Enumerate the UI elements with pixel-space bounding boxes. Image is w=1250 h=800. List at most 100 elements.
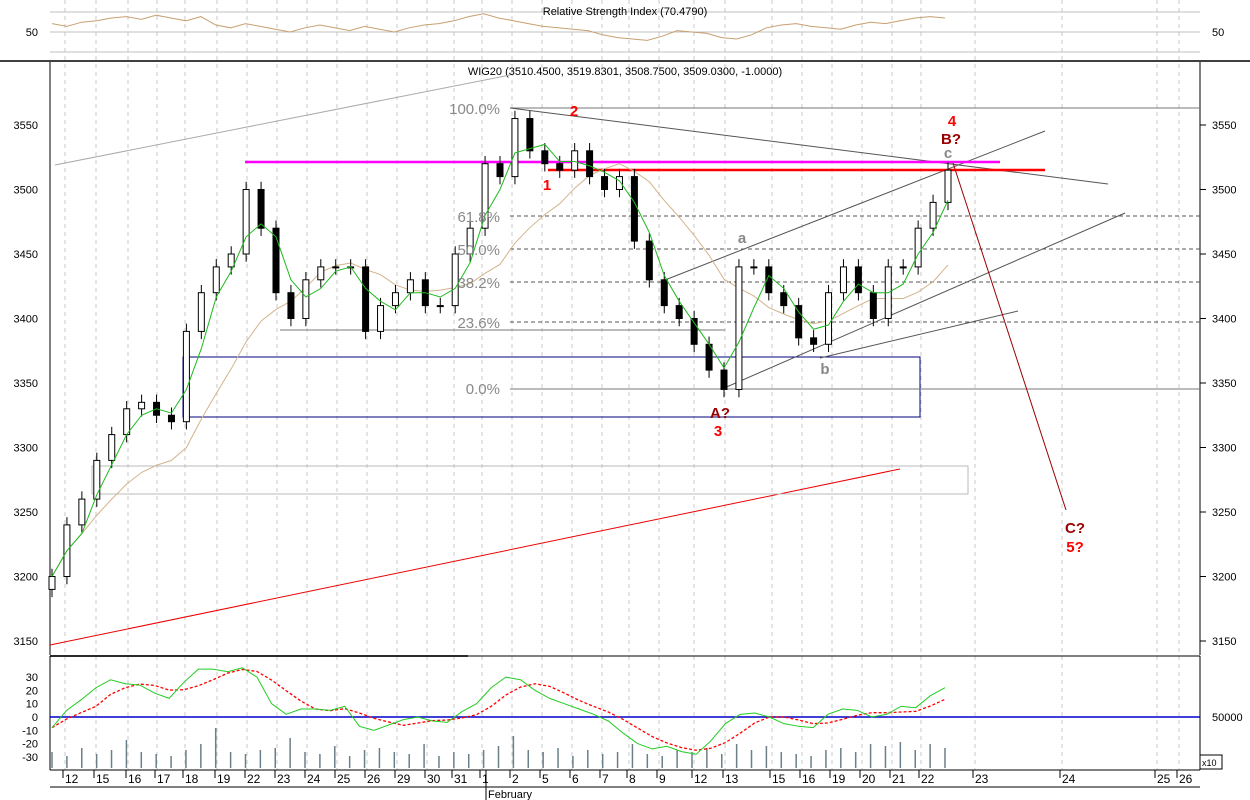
y-tick-label-left: 3250 (14, 507, 38, 519)
x-tick-label: 9 (659, 772, 666, 786)
candle-body (302, 279, 310, 319)
fib-382-label: 38.2% (457, 275, 500, 292)
x-tick-label: 15 (772, 772, 786, 786)
x-tick-label: 17 (157, 772, 171, 786)
osc-tick-label: -20 (22, 739, 38, 751)
x-tick-label: 2 (512, 772, 519, 786)
y-tick-label-right: 3400 (1212, 314, 1236, 326)
rsi-level-left: 50 (26, 27, 38, 39)
candle-body (914, 227, 922, 268)
wave-c-label: C? (1065, 520, 1085, 537)
candle-body (645, 240, 653, 281)
candle-body (571, 150, 579, 171)
fib-100-label: 100.0% (449, 101, 500, 118)
y-tick-label-left: 3350 (14, 378, 38, 390)
x-tick-label: 24 (307, 772, 321, 786)
fib-50-label: 50.0% (457, 242, 500, 259)
vertical-gridlines (64, 0, 1180, 770)
osc-tick-label: 30 (26, 672, 38, 684)
x-tick-label: 18 (185, 772, 199, 786)
upper-long-trendline (54, 74, 511, 166)
osc-tick-label: -10 (22, 725, 38, 737)
y-tick-label-left: 3500 (14, 185, 38, 197)
y-tick-label-right: 3250 (1212, 507, 1236, 519)
x-tick-label: 26 (1179, 772, 1193, 786)
candle-body (242, 189, 250, 255)
candle-body (750, 266, 758, 269)
y-tick-label-left: 3300 (14, 443, 38, 455)
wave-1-label: 1 (543, 177, 551, 194)
osc-tick-label: -30 (22, 752, 38, 764)
candle-body (167, 414, 175, 423)
x-tick-label: 15 (96, 772, 110, 786)
y-tick-label-right: 3300 (1212, 443, 1236, 455)
price-axis: 3550 3550 3500 3500 3450 3450 3400 3400 3350 3350… (14, 120, 1237, 648)
month-label: February (488, 789, 533, 800)
wave-4-label: 4 (948, 113, 957, 130)
wig20-chart: Relative Strength Index (70.4790) 50 50 … (0, 0, 1250, 800)
wave-a-label: A? (710, 405, 730, 422)
candle-body (182, 330, 190, 423)
candle-body (108, 434, 116, 461)
y-tick-label-left: 3400 (14, 314, 38, 326)
candle-body (735, 266, 743, 390)
x-tick-label: 5 (542, 772, 549, 786)
candlesticks (48, 110, 952, 598)
fib-618-label: 61.8% (457, 209, 500, 226)
candle-body (586, 150, 594, 178)
x-tick-label: 20 (862, 772, 876, 786)
candle-body (406, 279, 414, 294)
subwave-b-label: b (820, 361, 829, 378)
y-tick-label-left: 3200 (14, 572, 38, 584)
y-tick-label-right: 3550 (1212, 120, 1236, 132)
candle-body (391, 292, 399, 307)
candle-body (212, 266, 220, 294)
osc-tick-label: 20 (26, 685, 38, 697)
candle-body (825, 292, 833, 345)
y-tick-label-left: 3550 (14, 120, 38, 132)
candle-body (526, 118, 534, 152)
rsi-line (51, 13, 946, 41)
candle-body (287, 292, 295, 320)
wave-2-label: 2 (570, 103, 578, 120)
fibonacci-labels: 100.0% 61.8% 50.0% 38.2% 23.6% 0.0% (449, 101, 500, 398)
candle-body (227, 253, 235, 268)
volume-level-label: 50000 (1212, 712, 1243, 724)
blue-zone-box (182, 356, 921, 418)
candle-body (929, 201, 937, 229)
fib-0-label: 0.0% (466, 381, 500, 398)
y-tick-label-right: 3450 (1212, 249, 1236, 261)
x-tick-label: 12 (65, 772, 79, 786)
wave-3-label: 3 (714, 423, 722, 440)
y-tick-label-right: 3200 (1212, 572, 1236, 584)
y-tick-label-left: 3450 (14, 249, 38, 261)
x-tick-label: 24 (1062, 772, 1076, 786)
fib-236-label: 23.6% (457, 315, 500, 332)
oscillator-signal-line (51, 668, 946, 751)
candle-body (317, 266, 325, 281)
candle-body (630, 176, 638, 242)
candle-body (810, 337, 818, 345)
x-tick-label: 23 (277, 772, 291, 786)
candle-body (123, 408, 131, 436)
candle-body (839, 266, 847, 294)
x-tick-label: 21 (892, 772, 906, 786)
candle-body (556, 163, 564, 171)
candle-body (93, 459, 101, 500)
channel-upper (664, 130, 1046, 281)
rsi-title: Relative Strength Index (70.4790) (543, 6, 708, 18)
candle-body (660, 279, 668, 307)
price-title: WIG20 (3510.4500, 3519.8301, 3508.7500, … (468, 66, 782, 78)
oscillator-line (51, 667, 946, 755)
candle-body (541, 150, 549, 165)
candle-body (869, 292, 877, 320)
candle-body (511, 118, 519, 178)
oscillator-panel: 3020 100-10 -20-30 50000 x10 (22, 655, 1243, 770)
candle-body (944, 169, 952, 203)
candle-body (899, 266, 907, 269)
subwave-c-label: c (944, 145, 952, 162)
candle-body (780, 292, 788, 307)
osc-tick-label: 10 (26, 699, 38, 711)
candle-body (675, 305, 683, 320)
x-tick-label: 16 (802, 772, 816, 786)
